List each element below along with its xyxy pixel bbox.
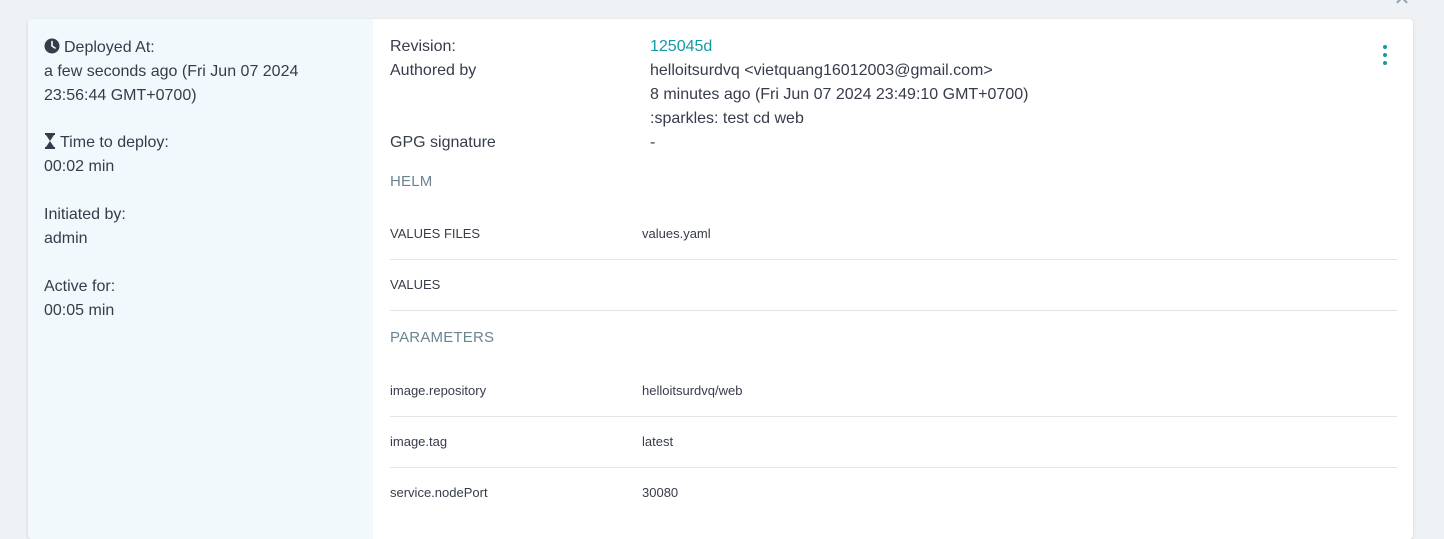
- revision-details-panel: Revision: 125045d Authored by helloitsur…: [373, 19, 1413, 539]
- divider: [390, 259, 1397, 260]
- time-to-deploy-block: Time to deploy: 00:02 min: [44, 131, 169, 179]
- divider: [390, 310, 1397, 311]
- deployed-at-value-line2: 23:56:44 GMT+0700): [44, 87, 197, 104]
- revision-link[interactable]: 125045d: [650, 35, 712, 59]
- more-vertical-icon[interactable]: [1382, 45, 1388, 65]
- hourglass-icon: [44, 133, 56, 149]
- deployed-at-label: Deployed At:: [64, 39, 155, 56]
- commit-message: :sparkles: test cd web: [650, 110, 804, 127]
- deployment-info-panel: Deployed At: a few seconds ago (Fri Jun …: [28, 19, 373, 539]
- clock-icon: [44, 38, 60, 54]
- active-for-label: Active for:: [44, 278, 116, 295]
- gpg-signature-value: -: [650, 134, 656, 151]
- divider: [390, 467, 1397, 468]
- gpg-signature-label: GPG signature: [390, 134, 496, 151]
- revision-history-card: Deployed At: a few seconds ago (Fri Jun …: [28, 19, 1413, 539]
- authored-by-label: Authored by: [390, 62, 477, 79]
- author-value: helloitsurdvq <vietquang16012003@gmail.c…: [650, 62, 993, 79]
- param-key: service.nodePort: [390, 485, 488, 500]
- revision-label: Revision:: [390, 38, 456, 55]
- values-files-label: VALUES FILES: [390, 226, 481, 241]
- deployed-at-value-line1: a few seconds ago (Fri Jun 07 2024: [44, 63, 299, 80]
- deployed-at-block: Deployed At: a few seconds ago (Fri Jun …: [44, 36, 298, 108]
- param-key: image.tag: [390, 434, 448, 449]
- initiated-by-value: admin: [44, 230, 88, 247]
- param-value: latest: [642, 434, 674, 449]
- values-files-value: values.yaml: [642, 226, 711, 241]
- divider: [390, 416, 1397, 417]
- initiated-by-label: Initiated by:: [44, 206, 126, 223]
- values-label: VALUES: [390, 277, 441, 292]
- authored-time-value: 8 minutes ago (Fri Jun 07 2024 23:49:10 …: [650, 86, 1029, 103]
- param-value: 30080: [642, 485, 679, 500]
- active-for-block: Active for: 00:05 min: [44, 275, 115, 323]
- helm-section-title: HELM: [390, 173, 433, 190]
- initiated-by-block: Initiated by: admin: [44, 203, 126, 251]
- param-value: helloitsurdvq/web: [642, 383, 743, 398]
- param-key: image.repository: [390, 383, 487, 398]
- active-for-value: 00:05 min: [44, 302, 115, 319]
- time-to-deploy-label: Time to deploy:: [60, 134, 169, 151]
- close-icon[interactable]: ✕: [1393, 0, 1411, 9]
- parameters-section-title: PARAMETERS: [390, 329, 495, 346]
- time-to-deploy-value: 00:02 min: [44, 158, 115, 175]
